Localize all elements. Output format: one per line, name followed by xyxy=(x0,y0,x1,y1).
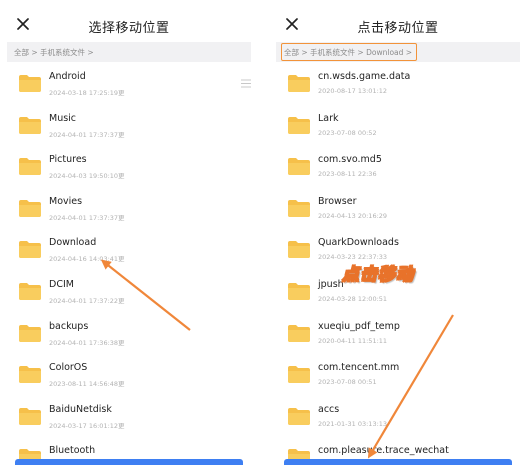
folder-date: 2024-04-01 17:37:37更 xyxy=(49,213,125,222)
folder-icon xyxy=(19,366,41,384)
folder-name: Lark xyxy=(318,112,339,124)
dialog-title: 选择移动位置 xyxy=(88,21,170,36)
folder-item[interactable]: Download 2024-04-16 14:03:41更 xyxy=(7,230,251,272)
folder-name: ColorOS xyxy=(49,362,88,374)
folder-item[interactable]: xueqiu_pdf_temp 2020-04-11 11:51:11 xyxy=(276,314,520,356)
folder-date: 2024-04-13 20:16:29 xyxy=(318,211,388,220)
dialog-header: 选择移动位置 xyxy=(7,4,251,44)
folder-item[interactable]: cn.wsds.game.data 2020-08-17 13:01:12 xyxy=(276,64,520,106)
folder-item[interactable]: Movies 2024-04-01 17:37:37更 xyxy=(7,189,251,231)
folder-name: Android xyxy=(49,71,86,82)
folder-icon xyxy=(288,199,310,217)
breadcrumb-text: 全部 > 手机系统文件 > Download > xyxy=(284,47,413,57)
folder-item[interactable]: Lark 2023-07-08 00:52 xyxy=(276,106,520,148)
folder-date: 2024-03-28 12:00:51 xyxy=(318,295,388,303)
folder-item[interactable]: com.tencent.mm 2023-07-08 00:51 xyxy=(276,355,520,397)
folder-name: com.svo.md5 xyxy=(318,154,382,166)
folder-date: 2023-08-11 22:36 xyxy=(318,170,377,179)
folder-date: 2024-04-01 17:37:37更 xyxy=(49,130,125,139)
folder-date: 2023-07-08 00:51 xyxy=(318,378,377,387)
folder-icon xyxy=(19,407,41,425)
folder-name: backups xyxy=(49,320,89,332)
tap-move-annotation: 点击移动 xyxy=(342,265,414,286)
folder-date: 2020-08-17 13:01:12 xyxy=(318,87,388,95)
folder-icon xyxy=(19,116,41,134)
folder-date: 2024-04-16 14:03:41更 xyxy=(49,255,125,264)
folder-icon xyxy=(288,75,310,92)
folder-name: accs xyxy=(318,403,340,415)
folder-name: BaiduNetdisk xyxy=(49,403,112,415)
folder-name: Browser xyxy=(318,195,357,207)
folder-name: QuarkDownloads xyxy=(318,237,399,249)
folder-icon xyxy=(288,407,310,425)
dialog-title: 点击移动位置 xyxy=(357,21,439,36)
folder-name: cn.wsds.game.data xyxy=(318,71,411,82)
folder-icon xyxy=(288,116,310,134)
folder-item[interactable]: BaiduNetdisk 2024-03-17 16:01:12更 xyxy=(7,397,251,439)
folder-item[interactable]: Browser 2024-04-13 20:16:29 xyxy=(276,189,520,231)
folder-item[interactable]: Music 2024-04-01 17:37:37更 xyxy=(7,106,251,148)
breadcrumb[interactable]: 全部 > 手机系统文件 > Download > xyxy=(276,42,520,62)
folder-list: Android 2024-03-18 17:25:19更 Music 2024-04-… xyxy=(7,64,251,465)
breadcrumb[interactable]: 全部 > 手机系统文件 > xyxy=(7,42,251,62)
folder-icon xyxy=(19,241,41,259)
folder-name: Pictures xyxy=(49,154,87,166)
folder-date: 2024-04-01 17:37:22更 xyxy=(49,297,125,305)
folder-date: 2024-04-03 19:50:10更 xyxy=(49,172,125,181)
folder-icon xyxy=(288,158,310,176)
folder-item[interactable]: Android 2024-03-18 17:25:19更 xyxy=(7,64,251,106)
folder-date: 2024-03-18 17:25:19更 xyxy=(49,89,125,97)
folder-name: com.tencent.mm xyxy=(318,362,400,374)
folder-name: Music xyxy=(49,112,77,124)
folder-name: xueqiu_pdf_temp xyxy=(318,320,400,332)
folder-date: 2023-07-08 00:52 xyxy=(318,128,377,137)
folder-icon xyxy=(19,199,41,217)
folder-icon xyxy=(19,283,41,300)
folder-date: 2024-04-01 17:36:38更 xyxy=(49,338,125,347)
folder-icon xyxy=(288,283,310,300)
folder-icon xyxy=(288,324,310,342)
breadcrumb-highlight-box: 全部 > 手机系统文件 > Download > xyxy=(281,43,418,61)
folder-icon xyxy=(288,241,310,259)
folder-picker-panel-right: 点击移动位置 全部 > 手机系统文件 > Download > cn.wsds.… xyxy=(276,4,520,465)
move-here-button[interactable] xyxy=(15,459,243,465)
move-here-button[interactable] xyxy=(284,459,512,465)
folder-icon xyxy=(288,366,310,384)
folder-item[interactable]: backups 2024-04-01 17:36:38更 xyxy=(7,314,251,356)
folder-icon xyxy=(19,158,41,176)
folder-date: 2024-03-17 16:01:12更 xyxy=(49,421,125,430)
folder-name: DCIM xyxy=(49,279,74,290)
breadcrumb-text: 全部 > 手机系统文件 > xyxy=(14,47,94,57)
folder-picker-panel-left: 选择移动位置 全部 > 手机系统文件 > Android 2024-03-18 1… xyxy=(7,4,251,465)
dialog-header: 点击移动位置 xyxy=(276,4,520,44)
folder-name: Download xyxy=(49,237,97,249)
folder-icon xyxy=(19,324,41,342)
folder-icon xyxy=(19,75,41,92)
folder-item[interactable]: ColorOS 2023-08-11 14:56:48更 xyxy=(7,355,251,397)
folder-item[interactable]: com.svo.md5 2023-08-11 22:36 xyxy=(276,147,520,189)
folder-name: jpush xyxy=(318,279,344,290)
folder-item[interactable]: Pictures 2024-04-03 19:50:10更 xyxy=(7,147,251,189)
folder-date: 2020-04-11 11:51:11 xyxy=(318,336,388,345)
folder-name: com.pleasure.trace_wechat xyxy=(318,445,449,457)
folder-date: 2023-08-11 14:56:48更 xyxy=(49,380,125,389)
folder-item[interactable]: DCIM 2024-04-01 17:37:22更 xyxy=(7,272,251,314)
folder-name: Bluetooth xyxy=(49,445,96,457)
folder-date: 2021-01-31 03:13:13 xyxy=(318,419,388,428)
folder-item[interactable]: accs 2021-01-31 03:13:13 xyxy=(276,397,520,439)
folder-name: Movies xyxy=(49,195,83,207)
